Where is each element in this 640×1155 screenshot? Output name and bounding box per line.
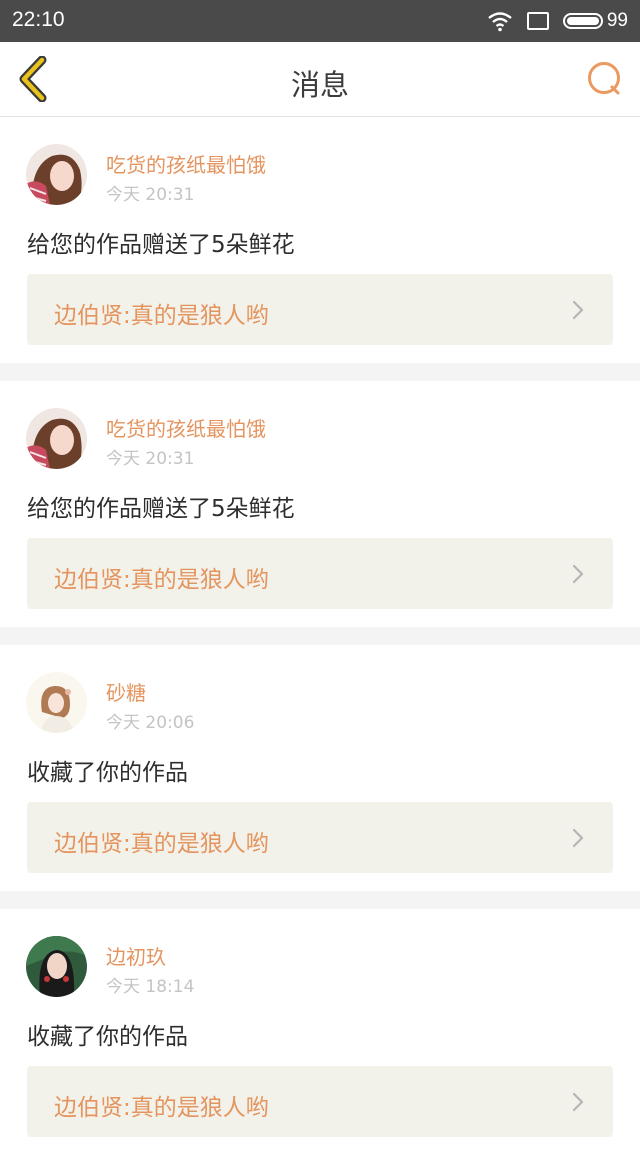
user-avatar[interactable] [26,672,87,733]
user-name[interactable]: 边初玖 [106,941,166,970]
work-reference-button[interactable]: 边伯贤:真的是狼人哟 [27,274,613,345]
wifi-icon [488,12,512,32]
work-reference-button[interactable]: 边伯贤:真的是狼人哟 [27,1066,613,1137]
status-bar: 22:10 99 [0,0,640,42]
status-time: 22:10 [12,8,65,31]
work-reference-label: 边伯贤:真的是狼人哟 [54,1095,269,1121]
message-time: 今天 18:14 [106,977,195,997]
user-name[interactable]: 吃货的孩纸最怕饿 [106,413,266,442]
message-card[interactable]: 吃货的孩纸最怕饿 今天 20:31 给您的作品赠送了5朵鲜花 边伯贤:真的是狼人… [0,117,640,363]
work-reference-button[interactable]: 边伯贤:真的是狼人哟 [27,538,613,609]
chevron-right-icon [572,1092,584,1112]
page-title: 消息 [290,68,349,102]
battery-percent: 99 [606,10,628,31]
message-card[interactable]: 吃货的孩纸最怕饿 今天 20:31 给您的作品赠送了5朵鲜花 边伯贤:真的是狼人… [0,381,640,627]
user-avatar[interactable] [26,408,87,469]
nav-bar: 消息 [0,42,640,117]
status-icons: 99 [487,8,628,34]
screen-icon [526,12,549,30]
user-avatar[interactable] [26,144,87,205]
message-time: 今天 20:31 [106,449,195,469]
message-time: 今天 20:06 [106,713,195,733]
message-text: 收藏了你的作品 [27,760,188,786]
work-reference-button[interactable]: 边伯贤:真的是狼人哟 [27,802,613,873]
chevron-right-icon [572,828,584,848]
battery-indicator: 99 [562,10,628,32]
message-time: 今天 20:31 [106,185,195,205]
work-reference-label: 边伯贤:真的是狼人哟 [54,831,269,857]
message-text: 给您的作品赠送了5朵鲜花 [27,232,295,258]
search-icon[interactable] [586,60,624,98]
user-avatar[interactable] [26,936,87,997]
message-text: 收藏了你的作品 [27,1024,188,1050]
message-card[interactable]: 边初玖 今天 18:14 收藏了你的作品 边伯贤:真的是狼人哟 [0,909,640,1155]
message-card[interactable]: 砂糖 今天 20:06 收藏了你的作品 边伯贤:真的是狼人哟 [0,645,640,891]
user-name[interactable]: 砂糖 [106,677,146,706]
user-name[interactable]: 吃货的孩纸最怕饿 [106,149,266,178]
message-text: 给您的作品赠送了5朵鲜花 [27,496,295,522]
work-reference-label: 边伯贤:真的是狼人哟 [54,303,269,329]
work-reference-label: 边伯贤:真的是狼人哟 [54,567,269,593]
battery-icon [562,13,603,29]
chevron-right-icon [572,300,584,320]
chevron-right-icon [572,564,584,584]
